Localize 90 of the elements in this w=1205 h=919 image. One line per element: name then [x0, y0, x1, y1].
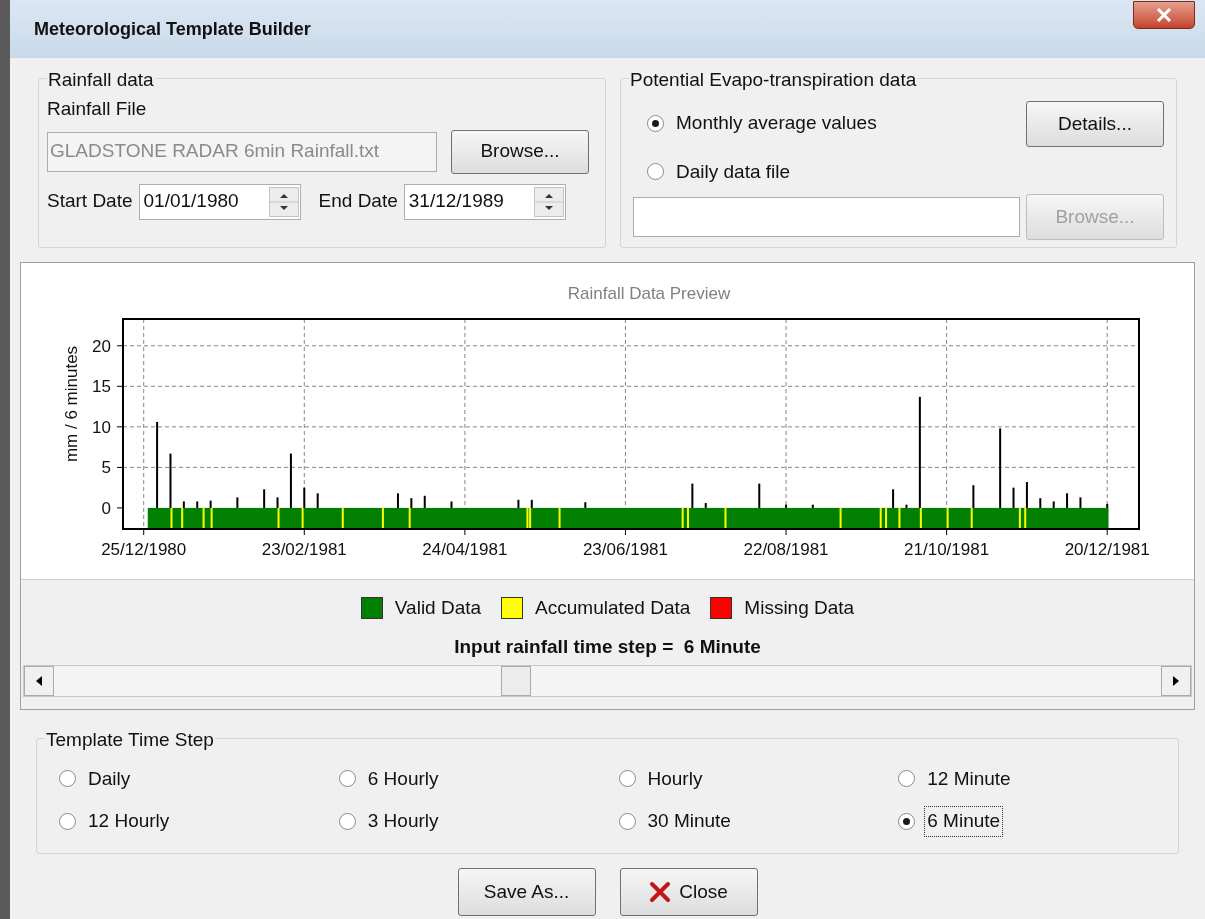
tick-label: 15: [92, 377, 111, 397]
scroll-thumb[interactable]: [501, 666, 531, 696]
option-label[interactable]: 6 Minute: [925, 807, 1003, 836]
tick-label: 22/08/1981: [743, 540, 829, 559]
tick-label: 10: [92, 417, 111, 437]
rainfall-bar: [1052, 501, 1055, 508]
option-label[interactable]: 6 Hourly: [365, 764, 441, 793]
scroll-left-icon[interactable]: [24, 666, 54, 696]
scroll-right-icon[interactable]: [1161, 666, 1191, 696]
radio-button[interactable]: [618, 770, 636, 788]
details-button[interactable]: Details...: [1026, 101, 1164, 147]
rainfall-bar: [1066, 493, 1069, 508]
option-label[interactable]: Daily data file: [674, 157, 793, 186]
rainfall-bar: [758, 483, 761, 508]
legend-label: Missing Data: [744, 596, 855, 620]
rainfall-bar: [396, 493, 399, 508]
rainfall-bar: [1079, 497, 1082, 508]
tick-label: 5: [101, 458, 111, 478]
spinner-icon[interactable]: [268, 186, 299, 217]
radio-button[interactable]: [898, 770, 916, 788]
browse-button[interactable]: Browse...: [451, 129, 589, 174]
spinner-icon[interactable]: [533, 186, 564, 217]
tick-label: 0: [101, 498, 111, 518]
rainfall-bar: [517, 499, 520, 508]
close-button[interactable]: [1133, 1, 1195, 29]
rainfall-bar: [236, 497, 239, 508]
tick-label: 20: [92, 336, 111, 356]
rainfall-bar: [303, 487, 306, 508]
window-title: Meteorological Template Builder: [34, 17, 311, 41]
field-label: Rainfall File: [47, 97, 147, 121]
rainfall-bar: [276, 497, 279, 508]
axis-title: mm / 6 minutes: [62, 345, 81, 463]
tick-label: 21/10/1981: [904, 540, 990, 559]
option-label[interactable]: 30 Minute: [645, 807, 733, 836]
radio-button[interactable]: [647, 114, 664, 132]
rainfall-bar: [263, 489, 266, 508]
close-icon: [649, 881, 672, 903]
rainfall-bar: [410, 498, 413, 508]
option-label[interactable]: Daily: [86, 764, 133, 793]
tick-label: 24/04/1981: [422, 540, 508, 559]
chart-title: Rainfall Data Preview: [567, 284, 731, 303]
date-field[interactable]: 01/01/1980: [138, 183, 301, 220]
rainfall-bar: [584, 502, 587, 508]
option-label[interactable]: Hourly: [645, 764, 705, 793]
rainfall-bar: [316, 493, 319, 508]
rainfall-bar: [811, 504, 814, 508]
radio-button[interactable]: [59, 770, 76, 788]
rainfall-bar: [704, 503, 707, 508]
rainfall-bar: [1012, 487, 1015, 508]
legend-label: Accumulated Data: [535, 596, 691, 620]
radio-button[interactable]: [59, 812, 76, 830]
option-label[interactable]: 12 Hourly: [86, 807, 172, 836]
option-label[interactable]: Monthly average values: [674, 109, 879, 138]
radio-button[interactable]: [338, 812, 356, 830]
rainfall-bar: [530, 499, 533, 508]
radio-button[interactable]: [647, 163, 664, 181]
field-label: End Date: [318, 189, 398, 214]
rainfall-bar: [691, 483, 694, 508]
tick-label: 25/12/1980: [101, 540, 187, 559]
save-as-button[interactable]: Save As...: [457, 868, 596, 916]
rainfall-bar: [892, 489, 895, 508]
legend-label: Valid Data: [394, 596, 482, 620]
rainfall-bar: [423, 495, 426, 508]
horizontal-scrollbar[interactable]: [23, 665, 1192, 697]
rainfall-bar: [1106, 503, 1109, 508]
tick-label: 23/06/1981: [582, 540, 668, 559]
rainfall-bar: [182, 501, 185, 508]
rainfall-bar: [1025, 481, 1028, 508]
rainfall-bar: [1039, 498, 1042, 508]
time-step-note: Input rainfall time step = 6 Minute: [454, 634, 761, 659]
radio-button[interactable]: [898, 812, 916, 830]
radio-button[interactable]: [338, 770, 356, 788]
tick-label: 20/12/1981: [1064, 540, 1150, 559]
rainfall-bar: [289, 453, 292, 508]
date-field[interactable]: 31/12/1989: [403, 183, 566, 220]
tick-label: 23/02/1981: [261, 540, 347, 559]
close-button[interactable]: Close: [619, 868, 758, 916]
rainfall-bar: [209, 500, 212, 508]
rainfall-bar: [905, 504, 908, 508]
radio-button[interactable]: [618, 812, 636, 830]
option-label[interactable]: 3 Hourly: [365, 807, 441, 836]
close-icon: [1156, 8, 1172, 22]
rainfall-bar: [785, 504, 788, 508]
file-field[interactable]: [633, 197, 1020, 237]
rainfall-bar: [450, 501, 453, 508]
rainfall-bar: [972, 485, 975, 508]
rainfall-bar: [169, 453, 172, 508]
rainfall-bar: [196, 501, 199, 508]
field-label: Start Date: [47, 189, 133, 214]
option-label[interactable]: 12 Minute: [925, 764, 1013, 793]
